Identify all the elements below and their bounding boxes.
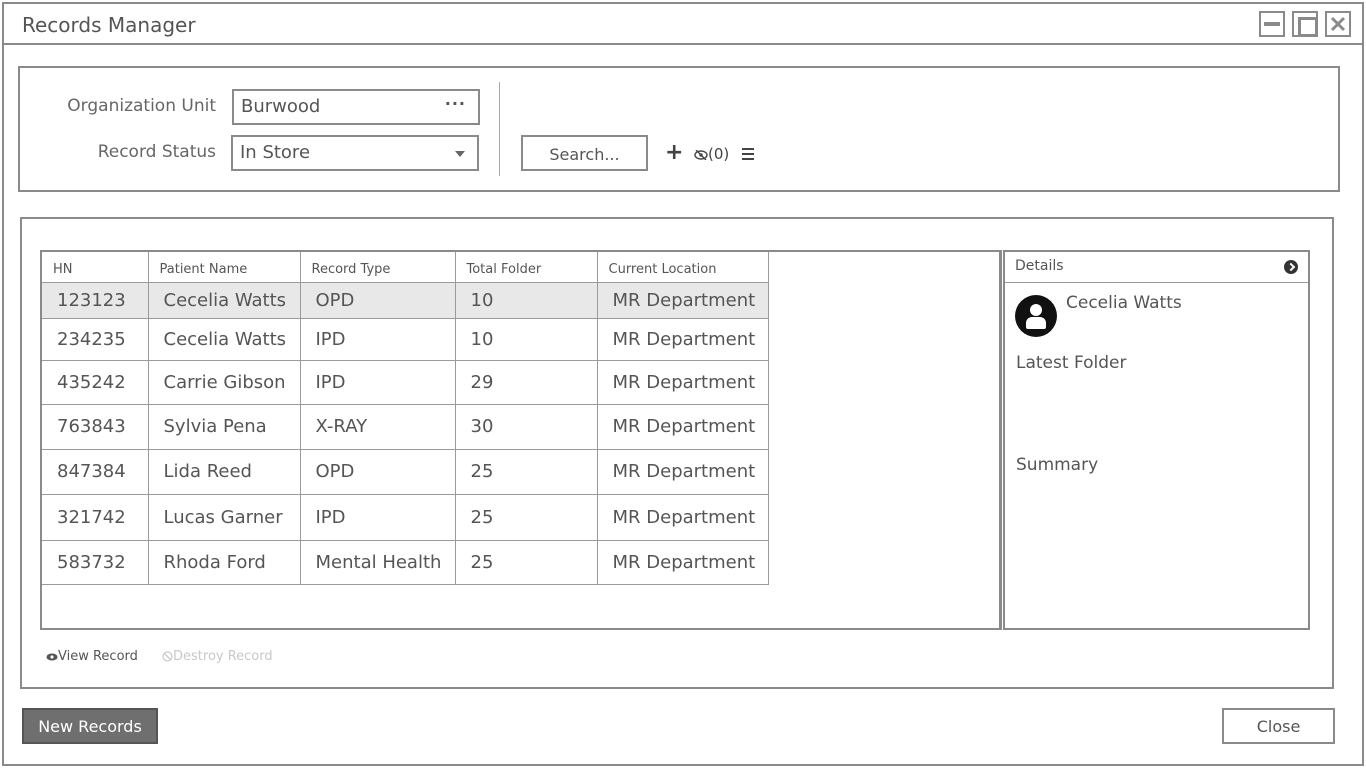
view-record-label: View Record	[58, 649, 138, 664]
filter-divider	[499, 82, 500, 176]
eye-icon	[46, 653, 58, 660]
cell-patient-name: Rhoda Ford	[148, 540, 301, 585]
cell-current-location: MR Department	[597, 449, 769, 495]
table-row[interactable]: 123123 Cecelia Watts OPD 10 MR Departmen…	[42, 282, 769, 319]
hidden-items-toggle[interactable]: (0)	[694, 145, 729, 163]
table-row[interactable]: 583732 Rhoda Ford Mental Health 25 MR De…	[42, 540, 769, 585]
cell-record-type: X-RAY	[300, 404, 456, 450]
cell-record-type: IPD	[300, 494, 456, 541]
column-header-current-location[interactable]: Current Location	[597, 252, 769, 283]
column-header-patient-name[interactable]: Patient Name	[148, 252, 301, 283]
chevron-right-circle-icon[interactable]	[1284, 260, 1298, 274]
user-avatar-icon	[1015, 295, 1057, 337]
chevron-down-icon[interactable]	[455, 151, 465, 157]
table-row[interactable]: 435242 Carrie Gibson IPD 29 MR Departmen…	[42, 360, 769, 405]
cell-hn: 123123	[42, 282, 149, 319]
column-header-hn[interactable]: HN	[42, 252, 149, 283]
cell-record-type: Mental Health	[300, 540, 456, 585]
cell-current-location: MR Department	[597, 494, 769, 541]
destroy-record-link[interactable]: Destroy Record	[162, 649, 273, 664]
cell-total-folder: 25	[455, 540, 598, 585]
cell-total-folder: 29	[455, 360, 598, 405]
organization-unit-field[interactable]: Burwood ···	[232, 89, 480, 125]
cell-patient-name: Cecelia Watts	[148, 318, 301, 361]
organization-unit-label: Organization Unit	[67, 96, 216, 116]
table-row[interactable]: 763843 Sylvia Pena X-RAY 30 MR Departmen…	[42, 404, 769, 450]
cell-hn: 234235	[42, 318, 149, 361]
cell-total-folder: 10	[455, 282, 598, 319]
window-title: Records Manager	[22, 13, 196, 37]
cell-hn: 583732	[42, 540, 149, 585]
table-header-row: HN Patient Name Record Type Total Folder…	[42, 252, 769, 283]
column-header-total-folder[interactable]: Total Folder	[455, 252, 598, 283]
ban-icon	[162, 651, 173, 662]
eye-slash-icon	[694, 149, 708, 160]
cell-record-type: OPD	[300, 449, 456, 495]
table-row[interactable]: 234235 Cecelia Watts IPD 10 MR Departmen…	[42, 318, 769, 361]
cell-patient-name: Cecelia Watts	[148, 282, 301, 319]
cell-total-folder: 25	[455, 494, 598, 541]
search-button[interactable]: Search...	[521, 135, 648, 171]
records-panel: HN Patient Name Record Type Total Folder…	[20, 217, 1334, 689]
cell-total-folder: 25	[455, 449, 598, 495]
details-patient-name: Cecelia Watts	[1066, 293, 1182, 313]
record-status-select[interactable]: In Store	[231, 135, 479, 171]
new-records-button[interactable]: New Records	[22, 708, 158, 744]
view-record-link[interactable]: View Record	[46, 649, 138, 664]
cell-patient-name: Sylvia Pena	[148, 404, 301, 450]
cell-current-location: MR Department	[597, 282, 769, 319]
record-status-label: Record Status	[97, 142, 216, 162]
hidden-count: (0)	[708, 145, 730, 163]
maximize-icon[interactable]	[1292, 11, 1318, 37]
cell-patient-name: Carrie Gibson	[148, 360, 301, 405]
cell-patient-name: Lida Reed	[148, 449, 301, 495]
cell-hn: 321742	[42, 494, 149, 541]
cell-current-location: MR Department	[597, 404, 769, 450]
cell-current-location: MR Department	[597, 360, 769, 405]
records-grid: HN Patient Name Record Type Total Folder…	[40, 250, 1002, 630]
destroy-record-label: Destroy Record	[173, 649, 273, 664]
latest-folder-label: Latest Folder	[1016, 353, 1127, 373]
details-header: Details	[1005, 252, 1308, 283]
column-header-record-type[interactable]: Record Type	[300, 252, 456, 283]
cell-current-location: MR Department	[597, 540, 769, 585]
cell-hn: 435242	[42, 360, 149, 405]
summary-label: Summary	[1016, 455, 1099, 475]
table-row[interactable]: 847384 Lida Reed OPD 25 MR Department	[42, 449, 769, 495]
cell-hn: 847384	[42, 449, 149, 495]
cell-record-type: OPD	[300, 282, 456, 319]
cell-total-folder: 30	[455, 404, 598, 450]
close-button[interactable]: Close	[1222, 708, 1335, 744]
details-title: Details	[1015, 258, 1064, 274]
record-status-value: In Store	[240, 142, 311, 163]
ellipsis-icon[interactable]: ···	[445, 94, 466, 113]
menu-icon[interactable]	[742, 148, 754, 160]
close-icon[interactable]	[1325, 11, 1351, 37]
cell-hn: 763843	[42, 404, 149, 450]
organization-unit-value: Burwood	[241, 96, 321, 117]
plus-icon[interactable]: +	[665, 140, 683, 165]
cell-record-type: IPD	[300, 318, 456, 361]
filter-panel: Organization Unit Burwood ··· Record Sta…	[18, 66, 1340, 192]
title-bar: Records Manager	[4, 4, 1362, 45]
cell-current-location: MR Department	[597, 318, 769, 361]
minimize-icon[interactable]	[1259, 11, 1285, 37]
table-row[interactable]: 321742 Lucas Garner IPD 25 MR Department	[42, 494, 769, 541]
cell-record-type: IPD	[300, 360, 456, 405]
details-panel: Details Cecelia Watts Latest Folder Summ…	[1003, 250, 1310, 630]
cell-patient-name: Lucas Garner	[148, 494, 301, 541]
cell-total-folder: 10	[455, 318, 598, 361]
records-table: HN Patient Name Record Type Total Folder…	[42, 252, 769, 585]
